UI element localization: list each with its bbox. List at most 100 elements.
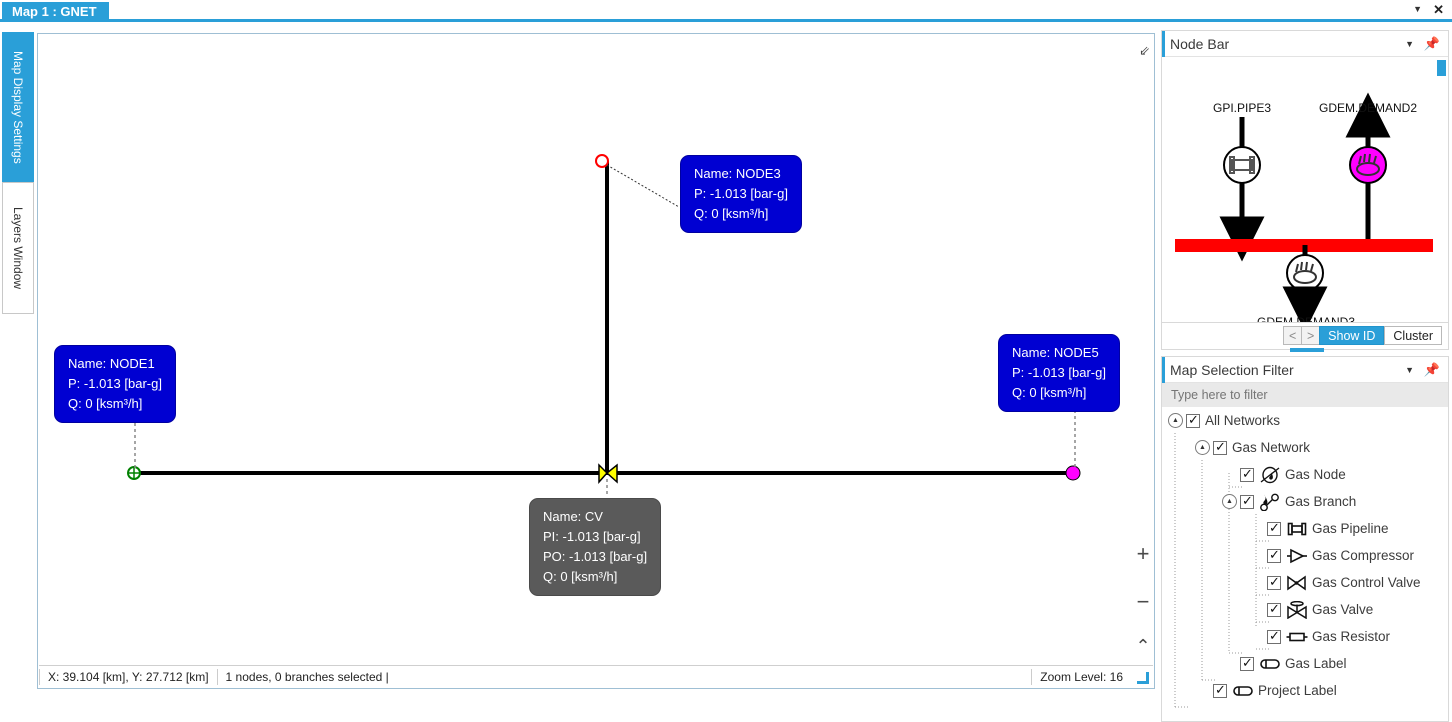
tree-checkbox[interactable] xyxy=(1240,466,1254,482)
sidebar-tab-map-display-settings[interactable]: Map Display Settings xyxy=(2,32,34,182)
tree-expander-icon[interactable]: ▲ xyxy=(1195,440,1210,455)
zoom-out-button[interactable]: − xyxy=(1129,588,1153,616)
close-icon[interactable]: ✕ xyxy=(1433,2,1444,18)
leader-line-node3 xyxy=(606,164,680,208)
gas-demand-symbol-selected[interactable] xyxy=(1349,146,1387,184)
node-bar-next-button[interactable]: > xyxy=(1301,326,1320,345)
node-bar-panel: Node Bar ▼ 📌 GPI.PIPE3 GDEM.DEMAND2 GDEM… xyxy=(1161,30,1449,352)
tooltip-line: Q: 0 [ksm³/h] xyxy=(68,396,143,411)
tree-item-label: Gas Resistor xyxy=(1312,629,1391,644)
map-node-node5[interactable] xyxy=(1065,465,1081,481)
panel-accent-bar xyxy=(1162,31,1165,57)
tree-checkbox[interactable] xyxy=(1213,682,1227,698)
gas-label-icon xyxy=(1259,655,1281,673)
zoom-in-button[interactable]: + xyxy=(1129,540,1153,568)
node-bar-label-gdem-demand2: GDEM.DEMAND2 xyxy=(1318,101,1417,115)
resize-corner-icon[interactable]: ⇙ xyxy=(1139,43,1150,59)
project-label-icon xyxy=(1232,682,1254,700)
tooltip-line: Name: CV xyxy=(543,509,603,524)
filter-tree-item-gas-branch[interactable]: ▲ Gas Branch xyxy=(1162,488,1448,515)
tree-item-label: Gas Pipeline xyxy=(1312,521,1389,536)
tree-item-label: Gas Branch xyxy=(1285,494,1357,509)
tooltip-line: Q: 0 [ksm³/h] xyxy=(543,569,618,584)
document-tab-strip: Map 1 : GNET ▼ ✕ xyxy=(0,0,1452,22)
filter-tree-item-project-label[interactable]: Project Label xyxy=(1162,677,1448,704)
filter-tree-item-gas-control-valve[interactable]: Gas Control Valve xyxy=(1162,569,1448,596)
chevron-down-icon[interactable]: ▼ xyxy=(1413,4,1422,14)
chevron-down-icon[interactable]: ▼ xyxy=(1405,39,1414,49)
pan-right-button[interactable]: ❯ xyxy=(1147,655,1153,657)
node-bar-label-gdem-demand3: GDEM.DEMAND3 xyxy=(1256,315,1355,322)
filter-tree-item-gas-resistor[interactable]: Gas Resistor xyxy=(1162,623,1448,650)
tooltip-line: Q: 0 [ksm³/h] xyxy=(694,206,769,221)
tooltip-line: Q: 0 [ksm³/h] xyxy=(1012,385,1087,400)
filter-search-input[interactable] xyxy=(1162,383,1448,407)
gas-branch-icon xyxy=(1259,493,1281,511)
resize-grip[interactable] xyxy=(1135,670,1151,686)
map-tooltip-cv[interactable]: Name: CV PI: -1.013 [bar-g] PO: -1.013 [… xyxy=(529,498,662,596)
tooltip-line: PI: -1.013 [bar-g] xyxy=(543,529,641,544)
tooltip-line: P: -1.013 [bar-g] xyxy=(68,376,162,391)
gas-valve-icon xyxy=(1286,600,1308,619)
cluster-button[interactable]: Cluster xyxy=(1384,326,1442,345)
pin-icon[interactable]: 📌 xyxy=(1424,362,1440,378)
tree-checkbox[interactable] xyxy=(1267,547,1281,563)
sidebar-tab-label: Layers Window xyxy=(11,206,25,290)
tab-map-1-gnet[interactable]: Map 1 : GNET xyxy=(2,2,109,22)
filter-tree-item-gas-compressor[interactable]: Gas Compressor xyxy=(1162,542,1448,569)
panel-accent-bar xyxy=(1162,357,1165,383)
tooltip-line: Name: NODE5 xyxy=(1012,345,1099,360)
tree-checkbox[interactable] xyxy=(1240,493,1254,509)
tree-expander-icon[interactable]: ▲ xyxy=(1168,413,1183,428)
gas-control-valve-icon xyxy=(1286,574,1308,592)
filter-tree[interactable]: ▲ All Networks ▲ Gas Network Gas Node ▲ Gas Br… xyxy=(1162,407,1448,719)
tab-strip-underline xyxy=(0,19,1452,22)
status-selection: 1 nodes, 0 branches selected | xyxy=(225,669,389,684)
tree-checkbox[interactable] xyxy=(1267,628,1281,644)
map-tooltip-node3[interactable]: Name: NODE3 P: -1.013 [bar-g] Q: 0 [ksm³… xyxy=(680,155,802,233)
filter-tree-item-gas-valve[interactable]: Gas Valve xyxy=(1162,596,1448,623)
tree-expander-icon[interactable]: ▲ xyxy=(1222,494,1237,509)
node-bar-label-gpi-pipe3: GPI.PIPE3 xyxy=(1212,101,1272,115)
sidebar-tab-label: Map Display Settings xyxy=(11,50,25,164)
tree-item-label: All Networks xyxy=(1205,413,1281,428)
gas-demand-symbol[interactable] xyxy=(1286,254,1324,292)
tree-checkbox[interactable] xyxy=(1240,655,1254,671)
filter-tree-item-all-networks[interactable]: ▲ All Networks xyxy=(1162,407,1448,434)
tree-checkbox[interactable] xyxy=(1267,601,1281,617)
tree-item-label: Gas Valve xyxy=(1312,602,1374,617)
tree-item-label: Gas Node xyxy=(1285,467,1346,482)
map-tooltip-node5[interactable]: Name: NODE5 P: -1.013 [bar-g] Q: 0 [ksm³… xyxy=(998,334,1120,412)
chevron-down-icon[interactable]: ▼ xyxy=(1405,365,1414,375)
node-bar-diagram[interactable]: GPI.PIPE3 GDEM.DEMAND2 GDEM.DEMAND3 xyxy=(1162,57,1448,322)
filter-tree-item-gas-pipeline[interactable]: Gas Pipeline xyxy=(1162,515,1448,542)
map-node-node3[interactable] xyxy=(595,154,609,168)
sidebar-tab-layers-window[interactable]: Layers Window xyxy=(2,182,34,314)
pan-up-button[interactable]: ⌃ xyxy=(1129,635,1153,657)
tree-checkbox[interactable] xyxy=(1267,574,1281,590)
tree-checkbox[interactable] xyxy=(1267,520,1281,536)
filter-tree-item-gas-label[interactable]: Gas Label xyxy=(1162,650,1448,677)
node-bar-horizontal-scrollbar[interactable] xyxy=(1290,348,1324,352)
filter-tree-item-gas-node[interactable]: Gas Node xyxy=(1162,461,1448,488)
tree-item-label: Gas Control Valve xyxy=(1312,575,1421,590)
tree-item-label: Gas Compressor xyxy=(1312,548,1415,563)
node-bar-svg xyxy=(1175,92,1433,322)
tree-item-label: Gas Label xyxy=(1285,656,1347,671)
gas-node-icon xyxy=(1259,466,1281,484)
map-selection-filter-header: Map Selection Filter ▼ 📌 xyxy=(1162,357,1448,383)
pan-left-button[interactable]: ❮ xyxy=(1109,655,1131,657)
map-tooltip-node1[interactable]: Name: NODE1 P: -1.013 [bar-g] Q: 0 [ksm³… xyxy=(54,345,176,423)
pin-icon[interactable]: 📌 xyxy=(1424,36,1440,52)
filter-tree-item-gas-network[interactable]: ▲ Gas Network xyxy=(1162,434,1448,461)
node-bar-prev-button[interactable]: < xyxy=(1283,326,1302,345)
show-id-button[interactable]: Show ID xyxy=(1319,326,1385,345)
tree-checkbox[interactable] xyxy=(1213,439,1227,455)
tree-checkbox[interactable] xyxy=(1186,412,1200,428)
node-bar-header: Node Bar ▼ 📌 xyxy=(1162,31,1448,57)
node-bar-vertical-scrollbar[interactable] xyxy=(1437,60,1446,76)
status-zoom-level: Zoom Level: 16 xyxy=(1040,670,1123,684)
map-canvas[interactable]: Name: NODE3 P: -1.013 [bar-g] Q: 0 [ksm³… xyxy=(39,35,1153,657)
tooltip-line: PO: -1.013 [bar-g] xyxy=(543,549,648,564)
application-window: Map 1 : GNET ▼ ✕ Map Display Settings La… xyxy=(0,0,1452,722)
